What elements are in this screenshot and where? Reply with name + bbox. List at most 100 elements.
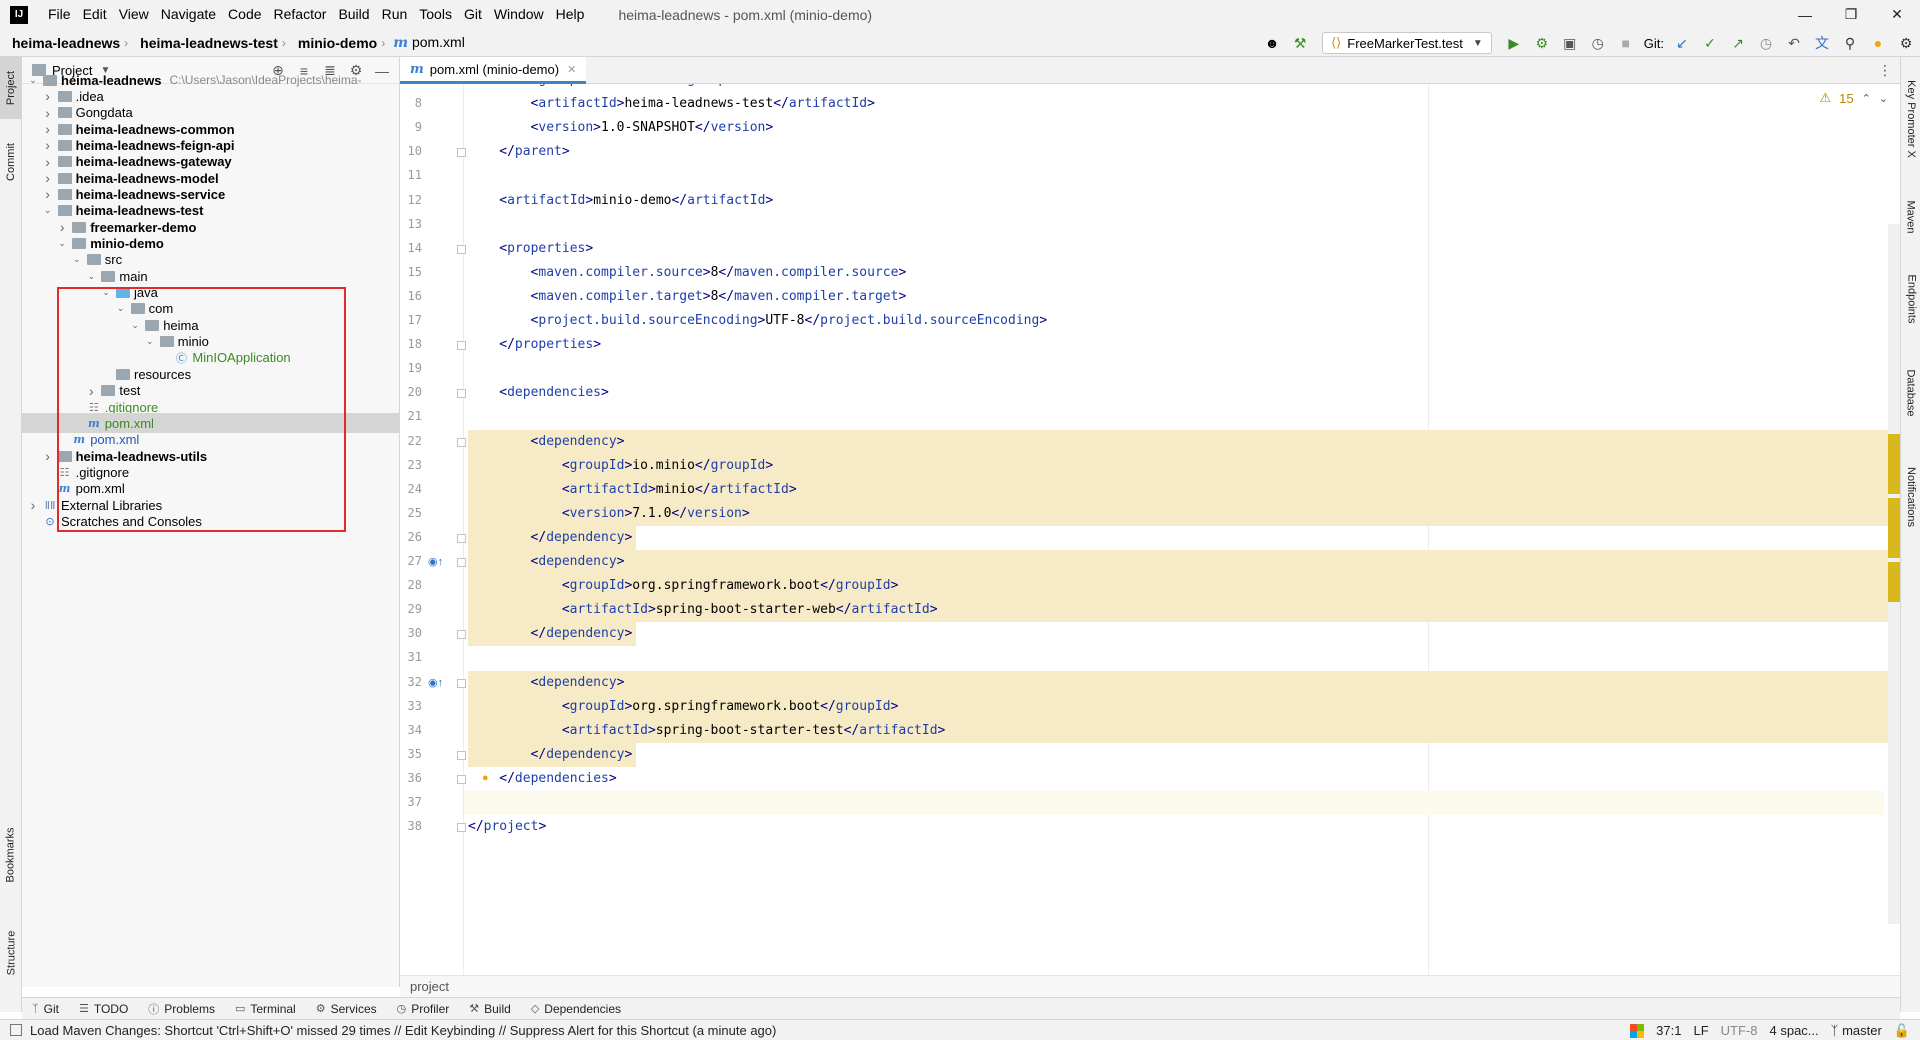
menu-build[interactable]: Build xyxy=(332,0,375,29)
user-icon[interactable]: ☻ xyxy=(1258,29,1286,57)
tool-tab-dependencies[interactable]: ◇ Dependencies xyxy=(521,1002,631,1016)
tool-tab-build[interactable]: ⚒ Build xyxy=(459,1002,521,1016)
implemented-marker-icon[interactable]: ◉↑ xyxy=(428,555,443,568)
menu-edit[interactable]: Edit xyxy=(77,0,113,29)
chevron-down-icon[interactable]: ⌄ xyxy=(84,271,98,282)
fold-marker-icon[interactable] xyxy=(457,437,466,447)
tool-windows-toggle-icon[interactable] xyxy=(10,1024,22,1036)
code-line[interactable]: <artifactId>spring-boot-starter-web</art… xyxy=(468,598,938,622)
code-line[interactable]: </properties> xyxy=(468,333,601,357)
coverage-icon[interactable]: ▣ xyxy=(1556,29,1584,57)
menu-run[interactable]: Run xyxy=(376,0,414,29)
tool-tab-project[interactable]: Project xyxy=(0,57,22,119)
chevron-down-icon[interactable]: ⌄ xyxy=(70,254,84,265)
close-window-icon[interactable]: ✕ xyxy=(1874,0,1920,29)
run-icon[interactable]: ▶ xyxy=(1500,29,1528,57)
search-icon[interactable]: ⚲ xyxy=(1836,29,1864,57)
profile-icon[interactable]: ◷ xyxy=(1584,29,1612,57)
code-line[interactable]: <maven.compiler.source>8</maven.compiler… xyxy=(468,261,907,285)
lock-icon[interactable]: 🔓 xyxy=(1894,1023,1910,1039)
tool-tab-commit[interactable]: Commit xyxy=(0,131,22,193)
code-line[interactable]: <artifactId>minio</artifactId> xyxy=(468,478,797,502)
line-separator[interactable]: LF xyxy=(1693,1023,1708,1038)
code-line[interactable]: <artifactId>spring-boot-starter-test</ar… xyxy=(468,719,946,743)
code-line[interactable]: <groupId>com.heima</groupId> xyxy=(468,84,750,92)
debug-icon[interactable]: ⚙ xyxy=(1528,29,1556,57)
tool-tab-bookmarks[interactable]: Bookmarks xyxy=(0,813,22,897)
tool-tab-git[interactable]: ᛉ Git xyxy=(22,1002,69,1016)
caret-position[interactable]: 37:1 xyxy=(1656,1023,1681,1038)
tool-tab-profiler[interactable]: ◷ Profiler xyxy=(387,1002,460,1016)
git-push-icon[interactable]: ↗ xyxy=(1724,29,1752,57)
settings-gear-icon[interactable]: ⚙ xyxy=(1892,29,1920,57)
code-line[interactable]: <groupId>io.minio</groupId> xyxy=(468,454,773,478)
tool-tab-endpoints[interactable]: Endpoints xyxy=(1901,259,1920,339)
git-branch-widget[interactable]: ᛉ master xyxy=(1831,1023,1882,1038)
fold-marker-icon[interactable] xyxy=(457,389,466,399)
editor-breadcrumb-item[interactable]: project xyxy=(410,979,449,994)
implemented-marker-icon[interactable]: ◉↑ xyxy=(428,676,443,689)
code-line[interactable]: <groupId>org.springframework.boot</group… xyxy=(468,574,899,598)
code-line[interactable]: <version>7.1.0</version> xyxy=(468,502,750,526)
code-line[interactable]: <groupId>org.springframework.boot</group… xyxy=(468,695,899,719)
code-line[interactable]: </dependency> xyxy=(468,743,633,767)
chevron-down-icon[interactable]: ⌄ xyxy=(99,287,113,298)
code-editor[interactable]: 7 8 9 10 11 12 13 14 15 16 17 18 19 20 21 22 23 24 25 26 27 ◉… xyxy=(400,84,1900,975)
code-line[interactable]: </parent> xyxy=(468,140,569,164)
code-line[interactable]: <dependencies> xyxy=(468,381,609,405)
tool-tab-key-promoter[interactable]: Key Promoter X xyxy=(1901,65,1920,173)
build-hammer-icon[interactable]: ⚒ xyxy=(1286,29,1314,57)
chevron-up-icon[interactable]: ⌃ xyxy=(1862,92,1871,105)
minimize-icon[interactable]: — xyxy=(1782,0,1828,29)
code-line[interactable]: <artifactId>heima-leadnews-test</artifac… xyxy=(468,92,875,116)
menu-navigate[interactable]: Navigate xyxy=(155,0,222,29)
fold-marker-icon[interactable] xyxy=(457,750,466,760)
history-icon[interactable]: ◷ xyxy=(1752,29,1780,57)
tool-tab-structure[interactable]: Structure xyxy=(0,913,22,993)
tool-tab-todo[interactable]: ☰ TODO xyxy=(69,1002,138,1016)
menu-window[interactable]: Window xyxy=(488,0,550,29)
fold-marker-icon[interactable] xyxy=(457,823,466,833)
tool-tab-notifications[interactable]: Notifications xyxy=(1901,447,1920,547)
code-line[interactable]: </project> xyxy=(468,815,546,839)
code-line[interactable]: <dependency> xyxy=(468,671,625,695)
tool-tab-terminal[interactable]: ▭ Terminal xyxy=(225,1002,306,1016)
code-line[interactable]: <version>1.0-SNAPSHOT</version> xyxy=(468,116,774,140)
editor-breadcrumb[interactable]: project xyxy=(400,975,1900,997)
fold-marker-icon[interactable] xyxy=(457,533,466,543)
chevron-down-icon[interactable]: ⌄ xyxy=(26,75,40,86)
menu-help[interactable]: Help xyxy=(550,0,591,29)
close-tab-icon[interactable]: ✕ xyxy=(567,63,576,76)
menu-tools[interactable]: Tools xyxy=(413,0,458,29)
menu-git[interactable]: Git xyxy=(458,0,488,29)
tool-tab-database[interactable]: Database xyxy=(1901,353,1920,433)
chevron-down-icon[interactable]: ⌄ xyxy=(143,336,157,347)
editor-tab-pom-xml[interactable]: m pom.xml (minio-demo) ✕ xyxy=(400,57,587,84)
fold-marker-icon[interactable] xyxy=(457,678,466,688)
inspection-widget[interactable]: ⚠ 15 ⌃ ⌄ xyxy=(1819,90,1888,106)
fold-marker-icon[interactable] xyxy=(457,774,466,784)
code-line[interactable]: <properties> xyxy=(468,237,593,261)
code-line[interactable]: <maven.compiler.target>8</maven.compiler… xyxy=(468,285,907,309)
update-icon[interactable]: ● xyxy=(1864,29,1892,57)
code-line[interactable]: <artifactId>minio-demo</artifactId> xyxy=(468,189,773,213)
code-line[interactable]: <dependency> xyxy=(468,430,625,454)
menu-file[interactable]: File xyxy=(42,0,77,29)
fold-marker-icon[interactable] xyxy=(457,630,466,640)
fold-marker-icon[interactable] xyxy=(457,244,466,254)
tree-row[interactable]: ⊙ Scratches and Consoles xyxy=(22,511,399,531)
breadcrumb-submodule[interactable]: minio-demo xyxy=(286,35,377,51)
menu-code[interactable]: Code xyxy=(222,0,267,29)
chevron-down-icon[interactable]: ⌄ xyxy=(55,238,69,249)
breadcrumb-root[interactable]: heima-leadnews xyxy=(0,35,120,51)
chevron-down-icon[interactable]: ⌄ xyxy=(41,205,55,216)
git-commit-icon[interactable]: ✓ xyxy=(1696,29,1724,57)
more-options-icon[interactable]: ⋮ xyxy=(1878,62,1892,79)
git-update-icon[interactable]: ↙ xyxy=(1668,29,1696,57)
translate-icon[interactable]: 文 xyxy=(1808,29,1836,57)
rollback-icon[interactable]: ↶ xyxy=(1780,29,1808,57)
code-line[interactable]: </dependencies> xyxy=(468,767,616,791)
fold-marker-icon[interactable] xyxy=(457,341,466,351)
menu-refactor[interactable]: Refactor xyxy=(268,0,333,29)
fold-marker-icon[interactable] xyxy=(457,558,466,567)
